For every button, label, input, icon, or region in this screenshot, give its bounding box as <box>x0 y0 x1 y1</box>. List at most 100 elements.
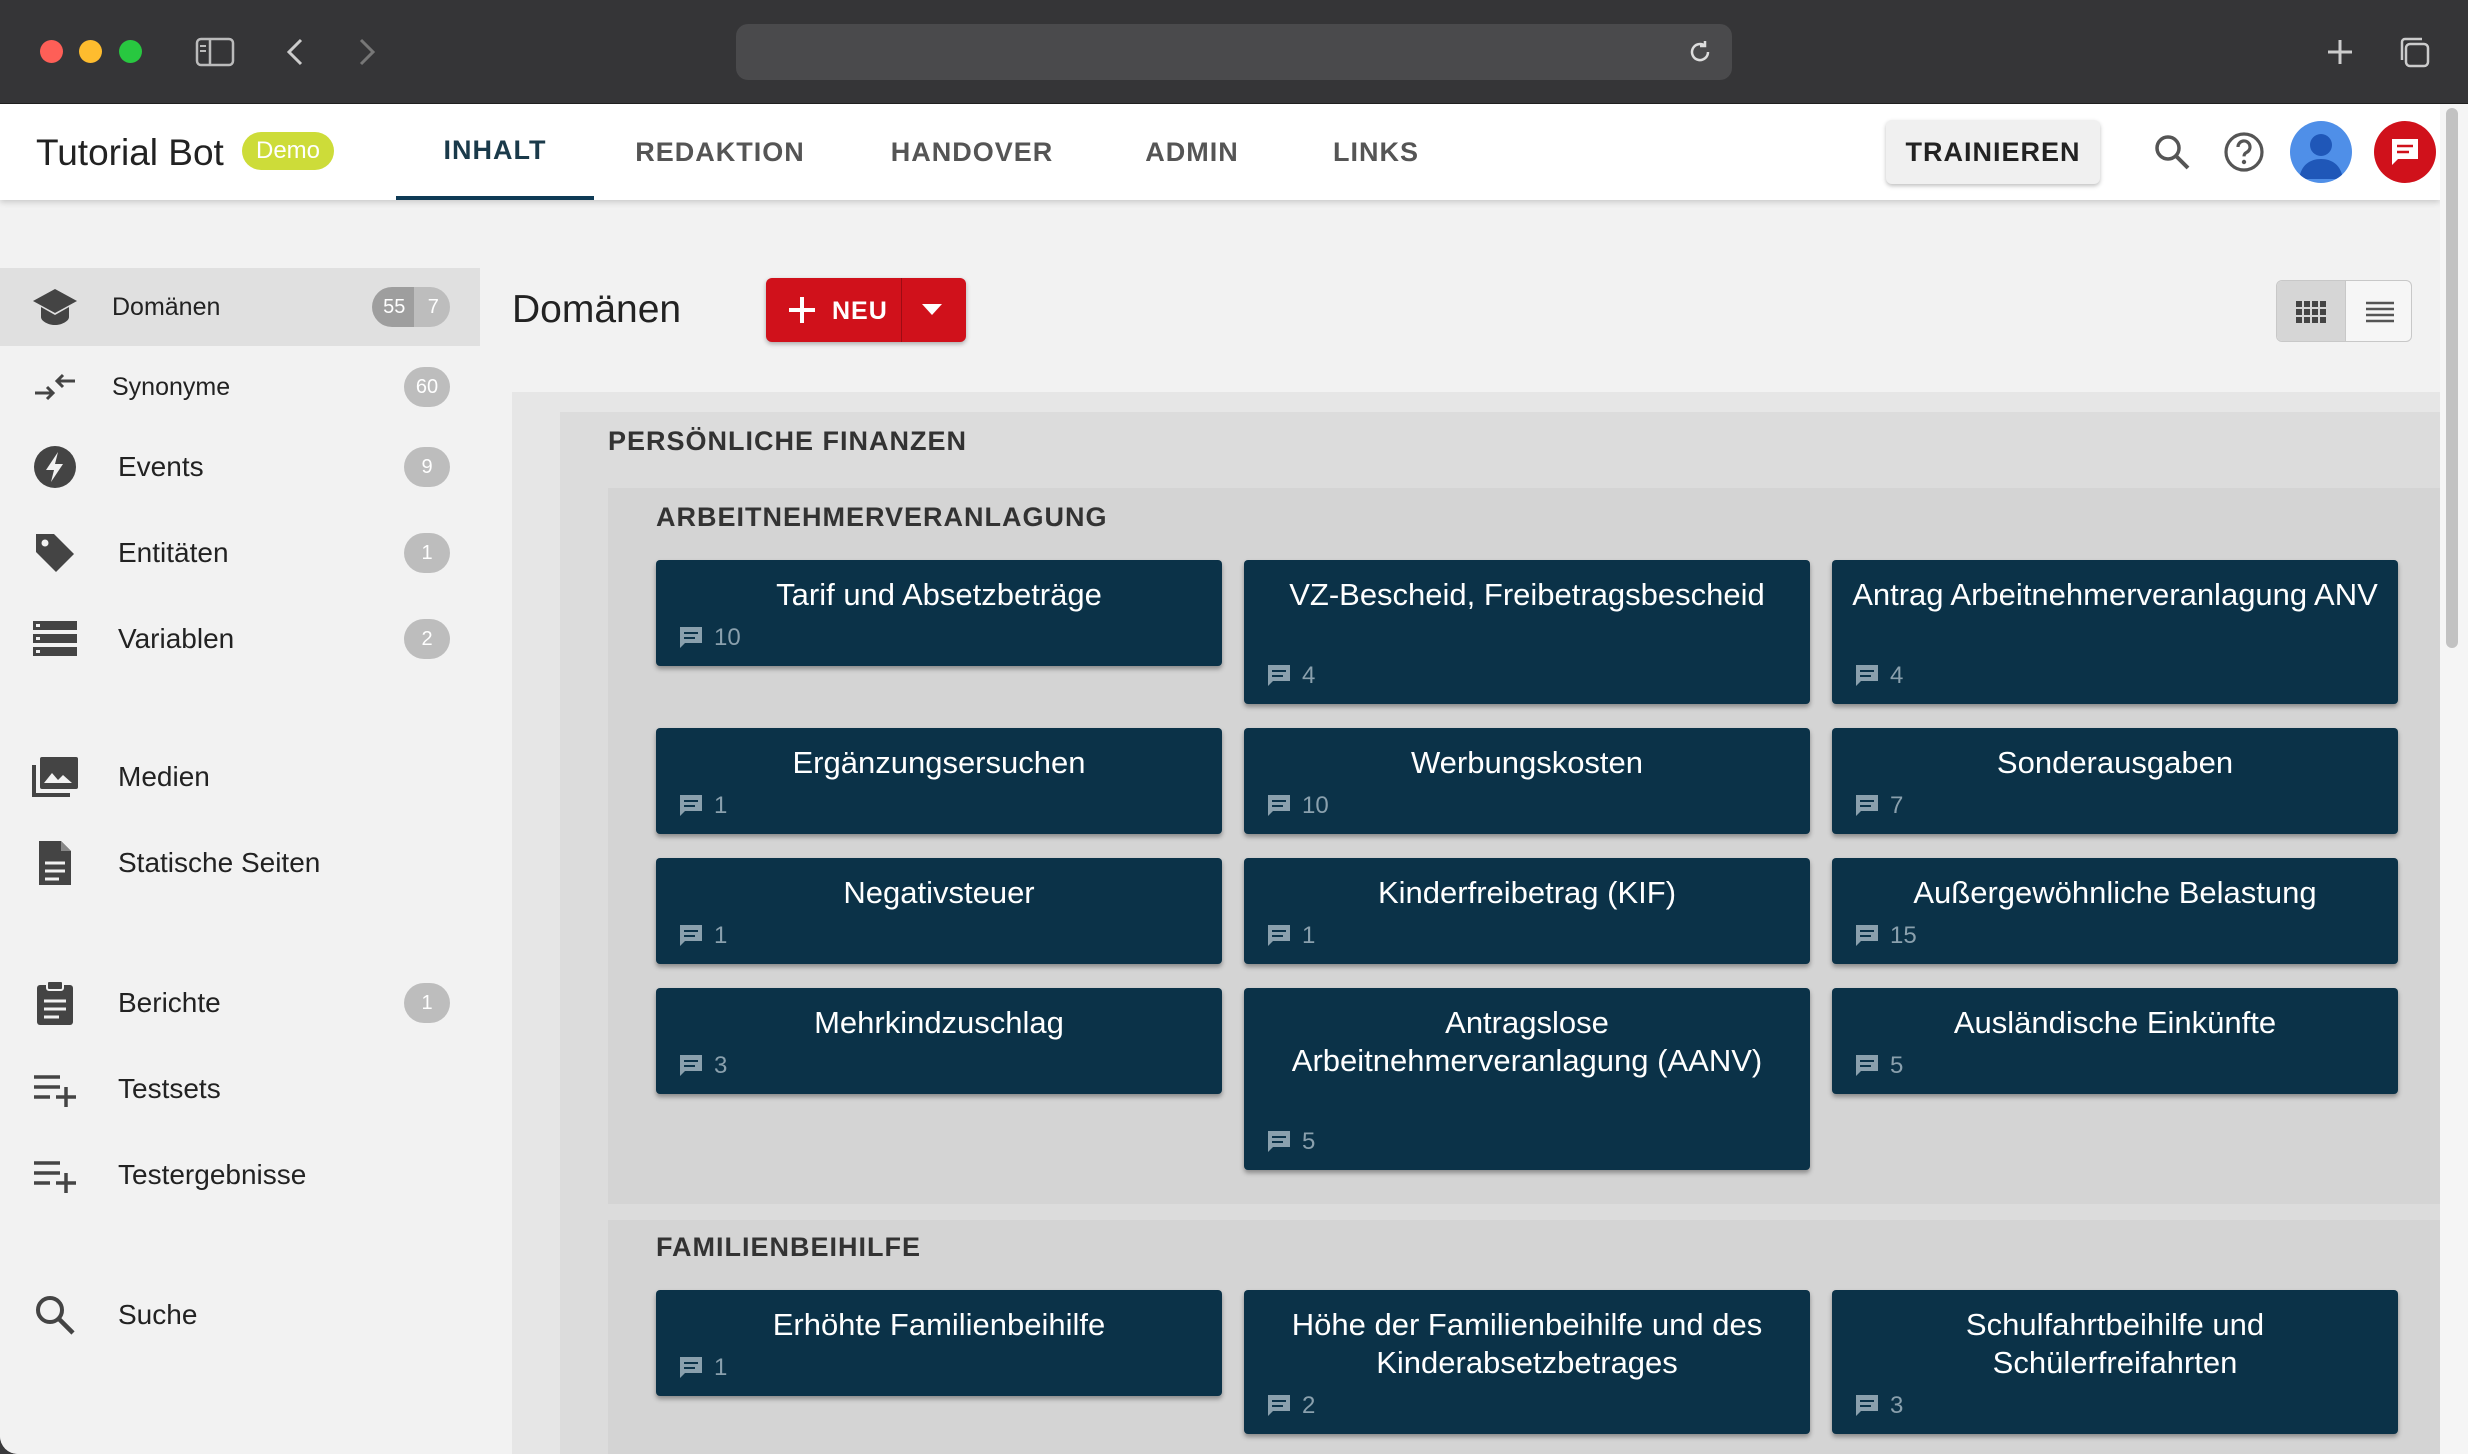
card-count: 7 <box>1890 792 1904 819</box>
demo-badge: Demo <box>242 132 335 170</box>
card-meta: 15 <box>1854 922 1917 950</box>
domain-card[interactable]: Ausländische Einkünfte 5 <box>1832 988 2398 1094</box>
card-count: 4 <box>1890 662 1904 689</box>
card-count: 10 <box>1302 792 1329 819</box>
sidebar-item-medien[interactable]: Medien <box>0 738 480 816</box>
app-window: Tutorial Bot Demo INHALT REDAKTION HANDO… <box>0 104 2440 1454</box>
page-title: Domänen <box>512 288 682 331</box>
count-total: 55 <box>383 295 406 318</box>
card-meta: 1 <box>678 792 727 820</box>
comment-icon <box>1856 665 1878 686</box>
card-count: 1 <box>714 792 728 819</box>
sidebar-toggle-icon[interactable] <box>192 30 238 74</box>
count-badge: 9 <box>404 447 450 487</box>
section-title: PERSÖNLICHE FINANZEN <box>608 426 968 456</box>
new-domain-button[interactable]: NEU <box>766 278 966 342</box>
domain-card[interactable]: Schulfahrtbeihilfe und Schülerfreifahrte… <box>1832 1290 2398 1434</box>
card-meta: 1 <box>1266 922 1315 950</box>
comment-icon <box>1856 795 1878 816</box>
scrollbar-thumb[interactable] <box>2446 108 2458 648</box>
card-meta: 10 <box>1266 792 1329 820</box>
list-view-icon[interactable] <box>2345 281 2411 341</box>
address-bar[interactable] <box>736 24 1732 80</box>
sidebar-item-berichte[interactable]: Berichte 1 <box>0 964 480 1042</box>
card-count: 3 <box>714 1052 728 1079</box>
tab-redaktion[interactable]: REDAKTION <box>620 104 820 200</box>
domain-card[interactable]: Kinderfreibetrag (KIF) 1 <box>1244 858 1810 964</box>
sidebar-item-label: Statische Seiten <box>118 847 321 878</box>
chevron-down-icon[interactable] <box>922 304 942 315</box>
domain-card[interactable]: Negativsteuer 1 <box>656 858 1222 964</box>
sidebar-item-label: Variablen <box>118 623 235 654</box>
count-secondary: 7 <box>427 295 439 318</box>
domain-card[interactable]: Höhe der Familienbeihilfe und des Kinder… <box>1244 1290 1810 1434</box>
domain-card[interactable]: Ergänzungsersuchen 1 <box>656 728 1222 834</box>
sidebar-item-entitaeten[interactable]: Entitäten 1 <box>0 514 480 592</box>
photo-library-icon <box>30 752 80 802</box>
chat-icon[interactable] <box>2374 121 2436 183</box>
card-title: VZ-Bescheid, Freibetragsbescheid <box>1289 577 1765 612</box>
sidebar-item-suche[interactable]: Suche <box>0 1276 480 1354</box>
card-count: 5 <box>1890 1052 1904 1079</box>
sidebar: Domänen 55 7 Synonyme 60 Events 9 Entität… <box>0 200 480 1454</box>
card-title: Ausländische Einkünfte <box>1953 1005 2277 1040</box>
maximize-window-button[interactable] <box>119 40 142 63</box>
domain-card[interactable]: Außergewöhnliche Belastung 15 <box>1832 858 2398 964</box>
count-badge: 1 <box>404 533 450 573</box>
new-tab-icon[interactable] <box>2320 30 2360 74</box>
group-title: FAMILIENBEIHILFE <box>656 1232 921 1262</box>
school-icon <box>30 282 80 332</box>
close-window-button[interactable] <box>40 40 63 63</box>
comment-icon <box>1268 1131 1290 1152</box>
avatar[interactable] <box>2290 121 2352 183</box>
card-meta: 1 <box>678 1354 727 1382</box>
card-title: Negativsteuer <box>843 875 1035 910</box>
help-icon[interactable] <box>2220 128 2268 176</box>
sidebar-item-label: Domänen <box>112 292 221 321</box>
minimize-window-button[interactable] <box>79 40 102 63</box>
sidebar-item-testergebnisse[interactable]: Testergebnisse <box>0 1136 480 1214</box>
sidebar-item-variablen[interactable]: Variablen 2 <box>0 600 480 678</box>
card-count: 4 <box>1302 662 1316 689</box>
comment-icon <box>1268 925 1290 946</box>
card-meta: 5 <box>1266 1128 1315 1156</box>
domain-card[interactable]: Werbungskosten 10 <box>1244 728 1810 834</box>
top-app-bar: Tutorial Bot Demo INHALT REDAKTION HANDO… <box>0 104 2440 200</box>
plus-icon <box>789 297 815 323</box>
grid-view-icon[interactable] <box>2277 281 2345 341</box>
domain-card[interactable]: Antragslose Arbeitnehmerveranlagung (AAN… <box>1244 988 1810 1170</box>
comment-icon <box>1268 665 1290 686</box>
trainieren-button[interactable]: TRAINIEREN <box>1886 120 2100 184</box>
sidebar-item-statische-seiten[interactable]: Statische Seiten <box>0 824 480 902</box>
back-icon[interactable] <box>278 30 312 74</box>
search-icon[interactable] <box>2148 128 2196 176</box>
group-title: ARBEITNEHMERVERANLAGUNG <box>656 502 1108 532</box>
sidebar-item-testsets[interactable]: Testsets <box>0 1050 480 1128</box>
sidebar-item-domaenen[interactable]: Domänen 55 7 <box>0 268 480 346</box>
domain-card[interactable]: Mehrkindzuschlag 3 <box>656 988 1222 1094</box>
card-title: Werbungskosten <box>1410 745 1644 780</box>
domain-card[interactable]: Antrag Arbeitnehmerveranlagung ANV 4 <box>1832 560 2398 704</box>
domain-card[interactable]: VZ-Bescheid, Freibetragsbescheid 4 <box>1244 560 1810 704</box>
domain-card[interactable]: Tarif und Absetzbeträge 10 <box>656 560 1222 666</box>
tab-inhalt[interactable]: INHALT <box>396 104 594 200</box>
forward-icon[interactable] <box>350 30 384 74</box>
sidebar-item-label: Testsets <box>118 1073 221 1104</box>
tab-admin[interactable]: ADMIN <box>1118 104 1266 200</box>
comment-icon <box>680 925 702 946</box>
swap-icon <box>30 362 80 412</box>
comment-icon <box>1856 1395 1878 1416</box>
app-title[interactable]: Tutorial Bot <box>36 132 224 174</box>
comment-icon <box>680 627 702 648</box>
comment-icon <box>680 1357 702 1378</box>
tab-handover[interactable]: HANDOVER <box>872 104 1072 200</box>
domain-card[interactable]: Sonderausgaben 7 <box>1832 728 2398 834</box>
sidebar-item-events[interactable]: Events 9 <box>0 428 480 506</box>
tab-links[interactable]: LINKS <box>1316 104 1436 200</box>
tab-overview-icon[interactable] <box>2392 30 2436 74</box>
domain-card[interactable]: Erhöhte Familienbeihilfe 1 <box>656 1290 1222 1396</box>
reload-icon[interactable] <box>1686 38 1714 66</box>
comment-icon <box>1856 1055 1878 1076</box>
sidebar-item-synonyme[interactable]: Synonyme 60 <box>0 348 480 426</box>
card-meta: 7 <box>1854 792 1903 820</box>
